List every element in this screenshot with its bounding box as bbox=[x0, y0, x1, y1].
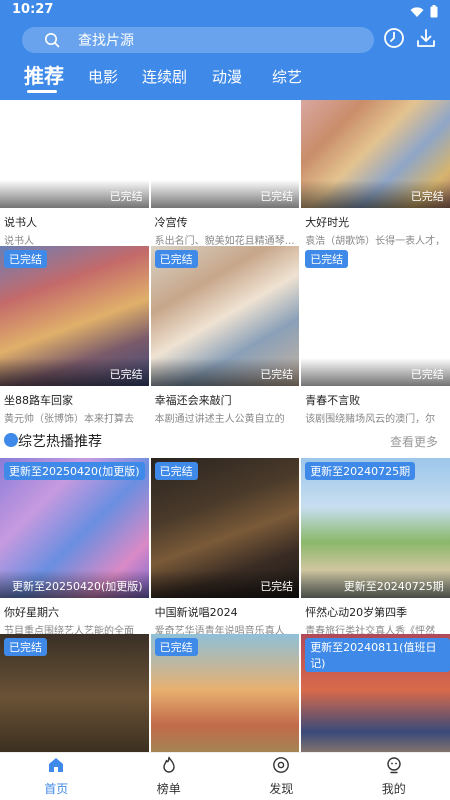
show-card[interactable]: 已完结 已完结 坐88路车回家 黄元帅（张博饰）本来打算去 bbox=[0, 246, 149, 424]
card-title: 冷宫传 bbox=[154, 216, 188, 229]
poster-image: 已完结 bbox=[150, 634, 300, 752]
status-label: 更新至20240725期 bbox=[343, 580, 444, 593]
status-badge: 已完结 bbox=[4, 638, 47, 656]
show-card[interactable]: 更新至20240725期 更新至20240725期 怦然心动20岁第四季 青春旅… bbox=[301, 458, 450, 636]
show-card[interactable]: 已完结 大好时光 袁浩（胡歌饰）长得一表人才， bbox=[301, 100, 450, 246]
poster-image: 已完结 bbox=[0, 634, 149, 752]
nav-discover[interactable]: 发现 bbox=[225, 753, 338, 800]
card-title: 说书人 bbox=[4, 216, 37, 229]
poster-image: 已完结 bbox=[301, 100, 450, 208]
show-card[interactable]: 已完结 已完结 幸福还会来敲门 本剧通过讲述主人公黄自立的 bbox=[150, 246, 300, 424]
status-badge: 更新至20240811(值班日记) bbox=[305, 638, 450, 672]
clock-icon bbox=[383, 27, 405, 53]
see-more-link[interactable]: 查看更多 bbox=[390, 433, 438, 450]
nav-profile[interactable]: 我的 bbox=[338, 753, 450, 800]
status-label: 已完结 bbox=[410, 190, 444, 203]
discover-icon bbox=[272, 756, 290, 778]
header: 10:27 查找片源 推荐 电影 连续剧 动漫 综艺 bbox=[0, 0, 450, 100]
status-badge: 已完结 bbox=[154, 462, 198, 480]
section-title: 综艺热播推荐 bbox=[18, 434, 102, 450]
poster-image: 已完结 已完结 bbox=[0, 246, 149, 386]
poster-image: 已完结 bbox=[150, 100, 300, 208]
bottom-nav: 首页 榜单 发现 我的 bbox=[0, 752, 450, 800]
show-card[interactable]: 已完结 已完结 青春不言败 该剧围绕赌场风云的澳门，尔 bbox=[301, 246, 450, 424]
status-label: 已完结 bbox=[109, 368, 143, 381]
status-label: 已完结 bbox=[260, 580, 294, 593]
poster-image: 已完结 已完结 bbox=[150, 246, 300, 386]
nav-home[interactable]: 首页 bbox=[0, 753, 113, 800]
battery-icon bbox=[430, 3, 438, 22]
search-placeholder: 查找片源 bbox=[78, 33, 134, 49]
status-badge: 已完结 bbox=[154, 250, 198, 268]
variety-grid-row-2: 已完结 已完结 更新至20240811(值班日记) bbox=[0, 634, 450, 752]
card-desc: 说书人 bbox=[4, 236, 34, 246]
poster-image: 更新至20250420(加更版) 更新至20250420(加更版) bbox=[0, 458, 149, 598]
home-icon bbox=[47, 756, 65, 778]
poster-image: 已完结 已完结 bbox=[150, 458, 300, 598]
show-card[interactable]: 更新至20240811(值班日记) bbox=[301, 634, 450, 752]
wifi-icon bbox=[410, 3, 424, 22]
card-title: 青春不言败 bbox=[305, 394, 361, 407]
tab-anime[interactable]: 动漫 bbox=[212, 66, 242, 87]
status-label: 已完结 bbox=[109, 190, 143, 203]
tab-recommend[interactable]: 推荐 bbox=[24, 60, 64, 89]
status-icons bbox=[410, 3, 438, 22]
flame-icon bbox=[160, 756, 178, 778]
app-root: 10:27 查找片源 推荐 电影 连续剧 动漫 综艺 已完结 说书人 说书人 已… bbox=[0, 0, 450, 800]
drama-grid-row-1: 已完结 说书人 说书人 已完结 冷宫传 系出名门、貌美如花且精通琴棋书 已完结 … bbox=[0, 100, 450, 246]
variety-grid-row-1: 更新至20250420(加更版) 更新至20250420(加更版) 你好星期六 … bbox=[0, 458, 450, 636]
status-label: 更新至20250420(加更版) bbox=[12, 580, 143, 593]
card-desc: 系出名门、貌美如花且精通琴棋书 bbox=[154, 236, 296, 246]
card-title: 怦然心动20岁第四季 bbox=[305, 606, 408, 619]
card-title: 大好时光 bbox=[305, 216, 350, 229]
drama-grid-row-2: 已完结 已完结 坐88路车回家 黄元帅（张博饰）本来打算去 已完结 已完结 幸福… bbox=[0, 246, 450, 424]
search-input[interactable]: 查找片源 bbox=[22, 27, 374, 53]
poster-image: 更新至20240811(值班日记) bbox=[301, 634, 450, 752]
section-dot-icon bbox=[4, 433, 18, 447]
card-title: 中国新说唱2024 bbox=[154, 606, 238, 619]
status-label: 已完结 bbox=[410, 368, 444, 381]
variety-section-header: 综艺热播推荐 查看更多 bbox=[0, 422, 450, 458]
tab-indicator bbox=[27, 90, 57, 93]
tab-series[interactable]: 连续剧 bbox=[142, 66, 187, 87]
card-title: 坐88路车回家 bbox=[4, 394, 73, 407]
tab-movies[interactable]: 电影 bbox=[88, 66, 118, 87]
status-badge: 已完结 bbox=[305, 250, 349, 268]
tab-variety[interactable]: 综艺 bbox=[272, 66, 302, 87]
card-desc: 袁浩（胡歌饰）长得一表人才， bbox=[305, 236, 446, 246]
show-card[interactable]: 已完结 bbox=[0, 634, 149, 752]
poster-image: 已完结 已完结 bbox=[301, 246, 450, 386]
content-feed: 已完结 说书人 说书人 已完结 冷宫传 系出名门、貌美如花且精通琴棋书 已完结 … bbox=[0, 100, 450, 752]
show-card[interactable]: 已完结 冷宫传 系出名门、貌美如花且精通琴棋书 bbox=[150, 100, 300, 246]
status-badge: 更新至20250420(加更版) bbox=[4, 462, 145, 480]
download-button[interactable] bbox=[415, 29, 437, 51]
poster-image: 更新至20240725期 更新至20240725期 bbox=[301, 458, 450, 598]
status-bar: 10:27 bbox=[0, 0, 450, 20]
search-icon bbox=[44, 31, 62, 49]
status-badge: 更新至20240725期 bbox=[305, 462, 416, 480]
nav-label: 榜单 bbox=[156, 782, 181, 796]
nav-label: 发现 bbox=[269, 782, 294, 796]
profile-icon bbox=[385, 756, 403, 778]
download-icon bbox=[415, 27, 437, 53]
category-tabs: 推荐 电影 连续剧 动漫 综艺 bbox=[0, 58, 450, 98]
card-title: 你好星期六 bbox=[4, 606, 59, 619]
status-badge: 已完结 bbox=[154, 638, 198, 656]
nav-ranking[interactable]: 榜单 bbox=[113, 753, 226, 800]
nav-label: 首页 bbox=[44, 782, 69, 796]
show-card[interactable]: 更新至20250420(加更版) 更新至20250420(加更版) 你好星期六 … bbox=[0, 458, 149, 636]
status-time: 10:27 bbox=[12, 2, 54, 17]
poster-image: 已完结 bbox=[0, 100, 149, 208]
show-card[interactable]: 已完结 说书人 说书人 bbox=[0, 100, 149, 246]
nav-label: 我的 bbox=[381, 782, 406, 796]
show-card[interactable]: 已完结 已完结 中国新说唱2024 爱奇艺华语青年说唱音乐真人 bbox=[150, 458, 300, 636]
status-badge: 已完结 bbox=[4, 250, 47, 268]
status-label: 已完结 bbox=[260, 368, 294, 381]
status-label: 已完结 bbox=[260, 190, 294, 203]
card-title: 幸福还会来敲门 bbox=[154, 394, 232, 407]
show-card[interactable]: 已完结 bbox=[150, 634, 300, 752]
history-button[interactable] bbox=[383, 27, 405, 53]
